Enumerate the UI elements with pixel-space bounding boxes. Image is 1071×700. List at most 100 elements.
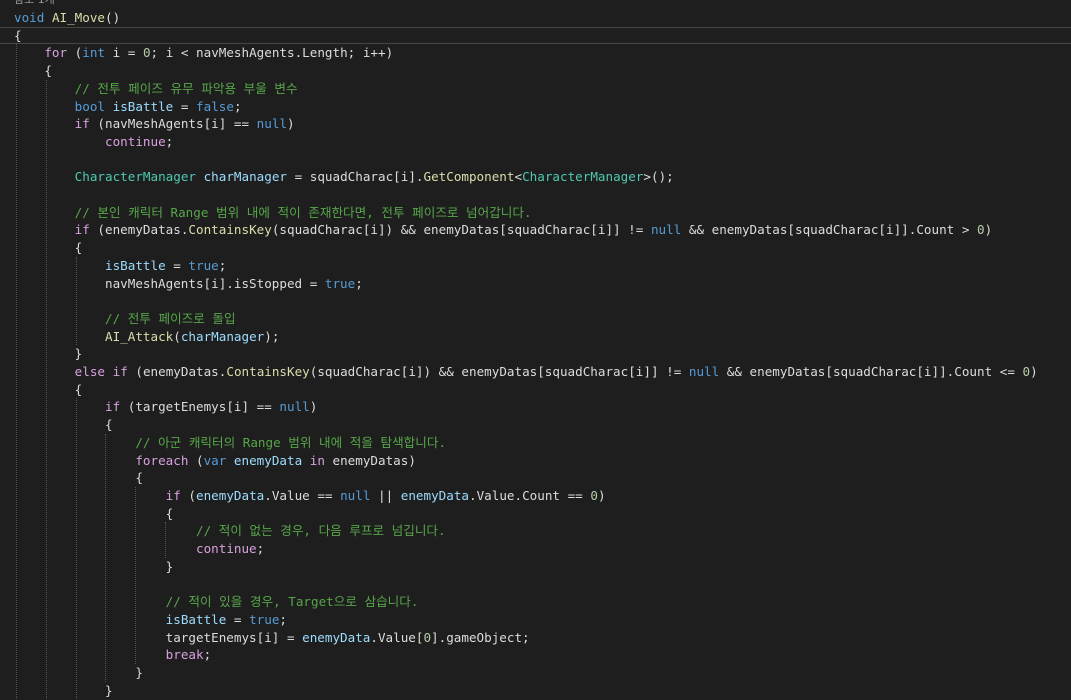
code-token: ; <box>279 611 288 627</box>
code-token: CharacterManager <box>522 169 644 185</box>
code-token: 0 <box>590 487 598 503</box>
code-line[interactable] <box>0 292 1071 310</box>
code-token: navMeshAgents[i].isStopped = <box>14 275 325 291</box>
code-token: isBattle <box>112 98 174 114</box>
code-token: (squadCharac[i]) && enemyDatas[squadChar… <box>271 222 651 238</box>
code-line[interactable]: isBattle = true; <box>0 611 1071 629</box>
code-token: enemyDatas) <box>324 452 416 468</box>
code-line[interactable]: if (navMeshAgents[i] == null) <box>0 115 1071 133</box>
code-editor[interactable]: 참조 1개 void AI_Move(){ for (int i = 0; i … <box>0 0 1071 700</box>
code-token: { <box>14 27 22 43</box>
code-token: ( <box>188 452 204 468</box>
code-token: .Value.Count == <box>469 487 591 503</box>
code-token: if <box>165 487 181 503</box>
code-token: .Value[ <box>370 629 424 645</box>
code-token: int <box>82 45 106 61</box>
code-token: if <box>74 222 90 238</box>
code-token: i = <box>105 45 143 61</box>
code-token: true <box>324 275 356 291</box>
code-line[interactable]: // 적이 없는 경우, 다음 루프로 넘깁니다. <box>0 522 1071 540</box>
code-token: ) <box>984 222 993 238</box>
code-line[interactable]: // 전투 페이즈로 돌입 <box>0 310 1071 328</box>
code-line[interactable]: for (int i = 0; i < navMeshAgents.Length… <box>0 44 1071 62</box>
code-token: ( <box>180 487 196 503</box>
code-line[interactable]: } <box>0 345 1071 363</box>
code-line[interactable]: if (enemyDatas.ContainsKey(squadCharac[i… <box>0 221 1071 239</box>
code-token: { <box>14 505 174 521</box>
code-token: { <box>14 63 52 79</box>
code-token: null <box>650 222 682 238</box>
code-token: } <box>14 558 174 574</box>
code-line[interactable]: foreach (var enemyData in enemyDatas) <box>0 452 1071 470</box>
code-token: // 아군 캐릭터의 Range 범위 내에 적을 탐색합니다. <box>135 434 447 450</box>
code-token: ) <box>287 116 295 132</box>
code-token: ) <box>597 487 606 503</box>
code-token: && enemyDatas[squadCharac[i]].Count <= <box>719 364 1023 379</box>
code-line[interactable]: { <box>0 416 1071 434</box>
code-line[interactable]: } <box>0 682 1071 700</box>
code-line[interactable]: } <box>0 558 1071 576</box>
code-line[interactable]: // 적이 있을 경우, Target으로 삼습니다. <box>0 593 1071 611</box>
code-token: < <box>514 169 523 185</box>
code-line[interactable]: } <box>0 664 1071 682</box>
codelens-references[interactable]: 참조 1개 <box>14 0 1071 9</box>
code-token: // 전투 페이즈 유무 파악용 부울 변수 <box>74 80 298 96</box>
code-token: ; <box>165 133 174 149</box>
code-line[interactable]: isBattle = true; <box>0 257 1071 275</box>
code-token: CharacterManager <box>74 169 196 185</box>
code-line[interactable]: AI_Attack(charManager); <box>0 328 1071 346</box>
code-line[interactable] <box>0 151 1071 169</box>
code-line[interactable]: { <box>0 62 1071 80</box>
code-line[interactable]: navMeshAgents[i].isStopped = true; <box>0 275 1071 293</box>
code-token: ; <box>256 541 265 556</box>
code-line[interactable] <box>0 186 1071 204</box>
code-line[interactable]: // 본인 캐릭터 Range 범위 내에 적이 존재한다면, 전투 페이즈로 … <box>0 204 1071 222</box>
code-line[interactable]: if (enemyData.Value == null || enemyData… <box>0 487 1071 505</box>
code-token: enemyData <box>400 487 470 503</box>
code-line[interactable]: { <box>0 239 1071 257</box>
code-line[interactable]: continue; <box>0 133 1071 151</box>
code-token: targetEnemys[i] = <box>14 629 303 645</box>
code-line[interactable]: continue; <box>0 540 1071 558</box>
code-token: else <box>74 364 106 379</box>
code-line[interactable]: { <box>0 469 1071 487</box>
code-token: && enemyDatas[squadCharac[i]].Count > <box>681 222 977 238</box>
code-token: = <box>165 257 189 273</box>
code-line[interactable]: else if (enemyDatas.ContainsKey(squadCha… <box>0 363 1071 381</box>
code-token: null <box>279 399 310 415</box>
code-line[interactable]: bool isBattle = false; <box>0 98 1071 116</box>
code-token: break <box>165 647 204 663</box>
code-line[interactable]: { <box>0 381 1071 399</box>
code-token: ].gameObject; <box>431 629 530 645</box>
code-line[interactable]: CharacterManager charManager = squadChar… <box>0 168 1071 186</box>
code-token: null <box>688 364 720 379</box>
code-line[interactable] <box>0 575 1071 593</box>
code-line[interactable]: { <box>0 26 1071 45</box>
code-line[interactable]: break; <box>0 646 1071 664</box>
code-line[interactable]: targetEnemys[i] = enemyData.Value[0].gam… <box>0 629 1071 647</box>
code-token: var <box>203 452 227 468</box>
code-line[interactable]: // 아군 캐릭터의 Range 범위 내에 적을 탐색합니다. <box>0 434 1071 452</box>
code-token: 0 <box>142 45 151 61</box>
code-line[interactable]: void AI_Move() <box>0 9 1071 27</box>
code-token: // 전투 페이즈로 돌입 <box>105 310 236 326</box>
code-token: } <box>14 682 113 698</box>
code-token: charManager <box>180 328 265 344</box>
code-line[interactable]: // 전투 페이즈 유무 파악용 부울 변수 <box>0 80 1071 98</box>
code-line[interactable]: if (targetEnemys[i] == null) <box>0 398 1071 416</box>
code-line[interactable]: { <box>0 505 1071 523</box>
code-token: { <box>14 381 83 397</box>
